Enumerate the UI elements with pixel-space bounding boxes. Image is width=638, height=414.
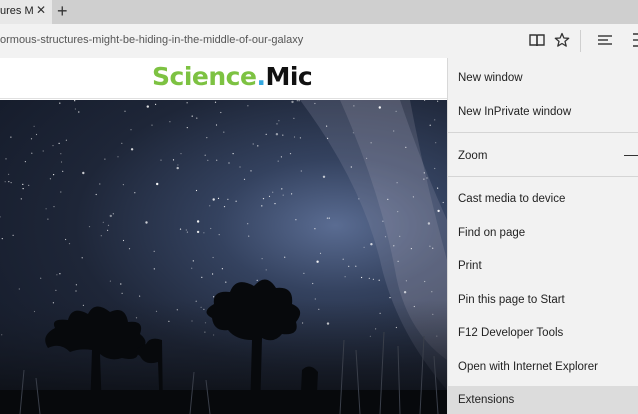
favorite-star-icon[interactable] (554, 32, 570, 48)
menu-divider (448, 176, 638, 177)
page-divider (0, 98, 447, 99)
logo-science: Science (152, 62, 257, 91)
milky-way-illustration (0, 100, 447, 414)
menu-item-find-on-page[interactable]: Find on page (458, 227, 525, 239)
menu-item-zoom: Zoom (458, 150, 488, 162)
zoom-out-icon[interactable] (624, 155, 638, 156)
new-tab-icon[interactable]: + (57, 1, 68, 21)
menu-item-extensions[interactable]: Extensions (458, 394, 514, 406)
menu-item-f12-developer-tools[interactable]: F12 Developer Tools (458, 327, 563, 339)
night-sky-image (0, 100, 447, 414)
reading-view-icon[interactable] (529, 32, 545, 48)
close-tab-icon[interactable]: ✕ (36, 3, 46, 17)
menu-item-open-with-ie[interactable]: Open with Internet Explorer (458, 361, 598, 373)
science-mic-logo[interactable]: Science.Mic (152, 62, 313, 91)
menu-divider (448, 132, 638, 133)
browser-more-menu: New window New InPrivate window Zoom Cas… (447, 58, 638, 414)
menu-item-new-window[interactable]: New window (458, 72, 523, 84)
address-bar: ormous-structures-might-be-hiding-in-the… (0, 24, 638, 58)
menu-item-new-inprivate-window[interactable]: New InPrivate window (458, 106, 571, 118)
toolbar-separator (580, 30, 581, 52)
hub-icon[interactable] (597, 32, 613, 48)
web-page: Science.Mic (0, 58, 447, 414)
notes-icon[interactable] (628, 32, 638, 48)
menu-item-print[interactable]: Print (458, 260, 482, 272)
logo-mic: Mic (265, 62, 313, 91)
menu-item-pin-to-start[interactable]: Pin this page to Start (458, 294, 565, 306)
tab-bar: ures M ✕ + (0, 0, 638, 24)
menu-item-cast-media[interactable]: Cast media to device (458, 193, 565, 205)
tab-title: ures M (0, 5, 34, 17)
browser-tab[interactable]: ures M ✕ (0, 0, 52, 24)
address-url[interactable]: ormous-structures-might-be-hiding-in-the… (0, 34, 303, 46)
